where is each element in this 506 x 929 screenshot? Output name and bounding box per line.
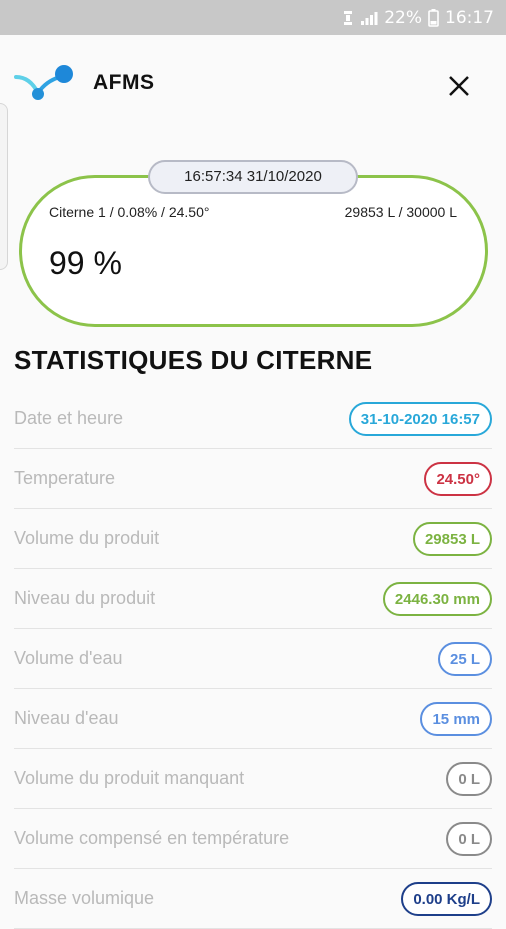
stat-row-water-level: Niveau d'eau 15 mm [14, 689, 492, 749]
stats-list: Date et heure 31-10-2020 16:57 Temperatur… [14, 389, 492, 929]
stat-badge: 0.00 Kg/L [401, 881, 492, 916]
stat-label: Niveau du produit [14, 588, 156, 608]
stat-badge: 31-10-2020 16:57 [348, 401, 492, 436]
stats-title: STATISTIQUES DU CITERNE [14, 345, 373, 375]
battery-icon [428, 8, 439, 27]
stat-row-product-level: Niveau du produit 2446.30 mm [14, 569, 492, 629]
stat-row-date: Date et heure 31-10-2020 16:57 [14, 389, 492, 449]
stat-badge: 15 mm [420, 701, 492, 736]
battery-percent: 22% [384, 7, 422, 28]
stat-badge: 25 L [437, 641, 492, 676]
side-drawer-handle[interactable] [0, 103, 8, 270]
signal-icon [360, 10, 378, 26]
afms-logo-icon [14, 65, 73, 100]
clock: 16:17 [445, 7, 494, 28]
stat-badge: 24.50° [424, 461, 492, 496]
notification-icon [342, 10, 354, 26]
app-title: AFMS [93, 71, 155, 94]
stat-label: Date et heure [14, 408, 124, 428]
stat-label: Niveau d'eau [14, 708, 119, 728]
stat-label: Masse volumique [14, 888, 155, 908]
stat-row-water-volume: Volume d'eau 25 L [14, 629, 492, 689]
status-bar: 22% 16:17 [0, 0, 506, 35]
stat-label: Temperature [14, 468, 116, 488]
tank-fill-percent: 99 % [49, 245, 122, 281]
stat-badge: 0 L [446, 761, 492, 796]
stat-row-density: Masse volumique 0.00 Kg/L [14, 869, 492, 929]
tank-info: Citerne 1 / 0.08% / 24.50° [49, 204, 210, 220]
stat-label: Volume compensé en température [14, 828, 290, 848]
stat-row-temp-compensated-volume: Volume compensé en température 0 L [14, 809, 492, 869]
tank-volume: 29853 L / 30000 L [344, 204, 457, 220]
stat-badge: 2446.30 mm [382, 581, 492, 616]
stat-label: Volume du produit [14, 528, 160, 548]
close-icon[interactable] [446, 73, 472, 99]
stat-row-temperature: Temperature 24.50° [14, 449, 492, 509]
stat-label: Volume du produit manquant [14, 768, 245, 788]
stat-row-product-volume: Volume du produit 29853 L [14, 509, 492, 569]
stat-badge: 0 L [446, 821, 492, 856]
app-bar: AFMS [0, 35, 506, 135]
tank-timestamp: 16:57:34 31/10/2020 [148, 160, 358, 194]
stat-label: Volume d'eau [14, 648, 123, 668]
stat-row-missing-volume: Volume du produit manquant 0 L [14, 749, 492, 809]
stat-badge: 29853 L [412, 521, 492, 556]
